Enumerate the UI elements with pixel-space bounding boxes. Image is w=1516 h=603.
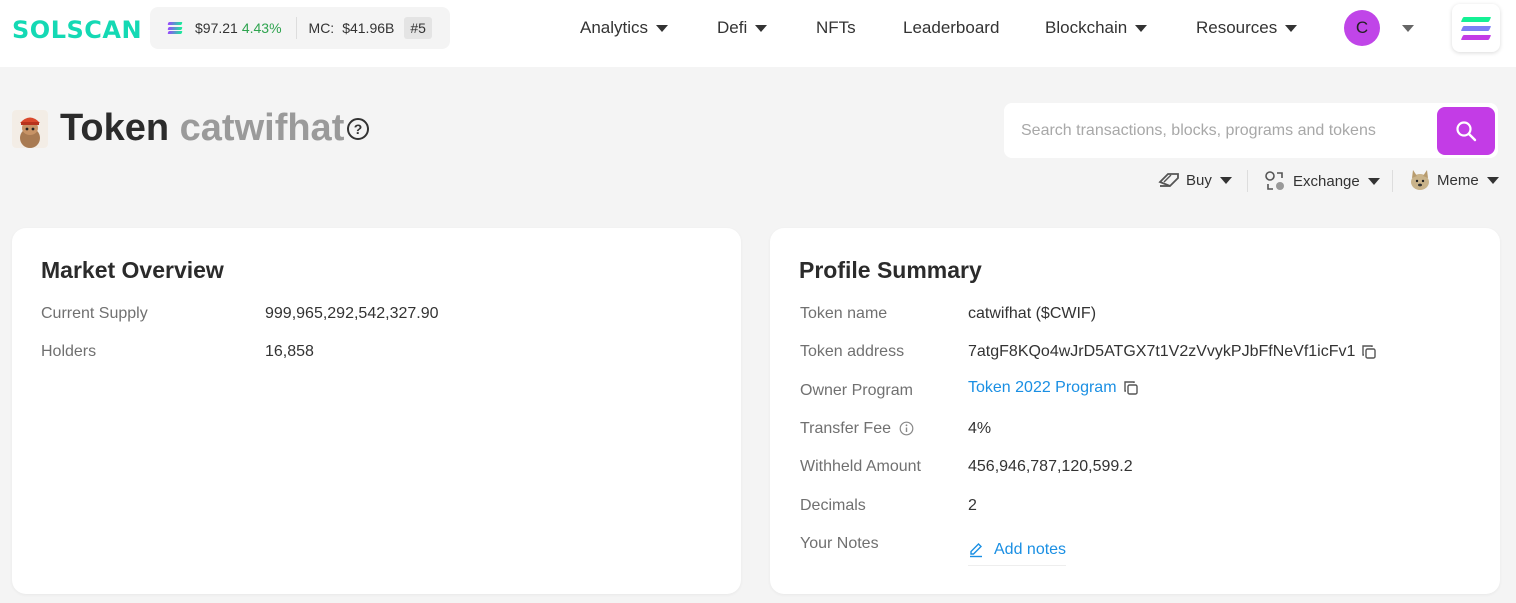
menu-bar-icon <box>1460 34 1492 40</box>
chevron-down-icon <box>1135 24 1148 32</box>
token-name-value: catwifhat ($CWIF) <box>968 305 1097 322</box>
nav-resources[interactable]: Resources <box>1196 18 1298 38</box>
meme-dropdown[interactable]: Meme <box>1409 168 1499 192</box>
withheld-amount-value: 456,946,787,120,599.2 <box>968 458 1133 475</box>
decimals-label: Decimals <box>800 497 866 514</box>
account-chevron-down-icon[interactable] <box>1402 25 1414 32</box>
sol-price-change: 4.43% <box>241 20 282 36</box>
action-divider <box>1392 170 1393 192</box>
profile-summary-title: Profile Summary <box>799 257 982 283</box>
chevron-down-icon <box>1285 24 1298 32</box>
help-icon[interactable]: ? <box>347 118 369 140</box>
market-cap-value: $41.96B <box>342 20 395 36</box>
nav-resources-label: Resources <box>1196 18 1278 37</box>
nav-blockchain-label: Blockchain <box>1045 18 1128 37</box>
info-icon[interactable] <box>899 421 914 436</box>
add-notes-label: Add notes <box>994 541 1067 558</box>
chevron-down-icon <box>755 24 768 32</box>
buy-label: Buy <box>1186 171 1212 189</box>
nav-analytics[interactable]: Analytics <box>580 18 669 38</box>
nav-nfts-label: NFTs <box>816 18 856 37</box>
menu-bar-icon <box>1460 16 1492 22</box>
decimals-value: 2 <box>968 497 977 514</box>
token-name-title: catwifhat <box>179 107 345 149</box>
withheld-amount-label: Withheld Amount <box>800 458 921 475</box>
holders-value: 16,858 <box>265 343 314 360</box>
nav-nfts[interactable]: NFTs <box>816 18 856 38</box>
token-logo-icon <box>12 110 48 148</box>
exchange-dropdown[interactable]: Exchange <box>1264 170 1380 192</box>
exchange-icon <box>1265 171 1284 190</box>
nav-blockchain[interactable]: Blockchain <box>1045 18 1148 38</box>
copy-icon[interactable] <box>1123 380 1139 396</box>
owner-program-label: Owner Program <box>800 382 913 399</box>
exchange-label: Exchange <box>1293 172 1360 190</box>
nav-defi[interactable]: Defi <box>717 18 768 38</box>
meme-label: Meme <box>1437 171 1479 189</box>
title-prefix: Token <box>60 107 170 149</box>
chevron-down-icon <box>1219 176 1232 184</box>
avatar-letter: C <box>1355 18 1369 37</box>
rank-badge: #5 <box>404 17 432 39</box>
nav-leaderboard-label: Leaderboard <box>903 18 1000 37</box>
owner-program-row: Token 2022 Program <box>968 379 1139 397</box>
top-header: SOLSCAN $97.21 4.43% MC: $41.96B #5 Anal… <box>0 0 1516 67</box>
page-title: Token catwifhat <box>60 107 344 150</box>
search-input[interactable] <box>1004 103 1434 158</box>
holders-label: Holders <box>41 343 97 360</box>
sol-price-ticker[interactable]: $97.21 4.43% MC: $41.96B #5 <box>150 7 450 49</box>
search-bar <box>1004 103 1498 158</box>
transfer-fee-label-row: Transfer Fee <box>800 420 914 438</box>
logo-text: SOLSCAN <box>12 16 143 44</box>
solana-icon <box>167 22 183 34</box>
market-cap-label: MC: <box>308 20 335 36</box>
nav-analytics-label: Analytics <box>580 18 649 37</box>
transfer-fee-value: 4% <box>968 420 992 437</box>
doge-icon <box>1411 170 1429 190</box>
profile-summary-card: Profile Summary Token name catwifhat ($C… <box>770 228 1500 594</box>
ticker-divider <box>295 17 297 39</box>
token-address-row: 7atgF8KQo4wJrD5ATGX7t1V2zVvykPJbFfNeVf1i… <box>968 343 1377 361</box>
transfer-fee-label: Transfer Fee <box>800 420 891 437</box>
buy-tag-icon <box>1158 173 1179 188</box>
solscan-logo[interactable]: SOLSCAN <box>12 16 142 44</box>
solana-menu-button[interactable] <box>1452 4 1500 52</box>
action-divider <box>1247 170 1248 192</box>
chevron-down-icon <box>656 24 669 32</box>
search-button[interactable] <box>1437 107 1495 155</box>
chevron-down-icon <box>1486 176 1499 184</box>
sol-price: $97.21 <box>195 20 238 36</box>
nav-leaderboard[interactable]: Leaderboard <box>903 18 999 38</box>
buy-dropdown[interactable]: Buy <box>1158 170 1232 190</box>
search-icon <box>1456 121 1477 142</box>
copy-icon[interactable] <box>1361 344 1377 360</box>
chevron-down-icon <box>1367 177 1380 185</box>
add-notes-button[interactable]: Add notes <box>968 541 1067 566</box>
current-supply-label: Current Supply <box>41 305 148 322</box>
token-address-value[interactable]: 7atgF8KQo4wJrD5ATGX7t1V2zVvykPJbFfNeVf1i… <box>968 343 1355 361</box>
user-avatar[interactable]: C <box>1344 10 1380 46</box>
token-name-label: Token name <box>800 305 888 322</box>
market-overview-title: Market Overview <box>41 257 224 283</box>
nav-defi-label: Defi <box>717 18 748 37</box>
market-overview-card: Market Overview Current Supply 999,965,2… <box>12 228 741 594</box>
pencil-icon <box>970 543 982 558</box>
token-address-label: Token address <box>800 343 905 360</box>
your-notes-label: Your Notes <box>800 535 879 552</box>
owner-program-link[interactable]: Token 2022 Program <box>968 379 1117 397</box>
current-supply-value: 999,965,292,542,327.90 <box>265 305 439 322</box>
menu-bar-icon <box>1460 25 1492 31</box>
